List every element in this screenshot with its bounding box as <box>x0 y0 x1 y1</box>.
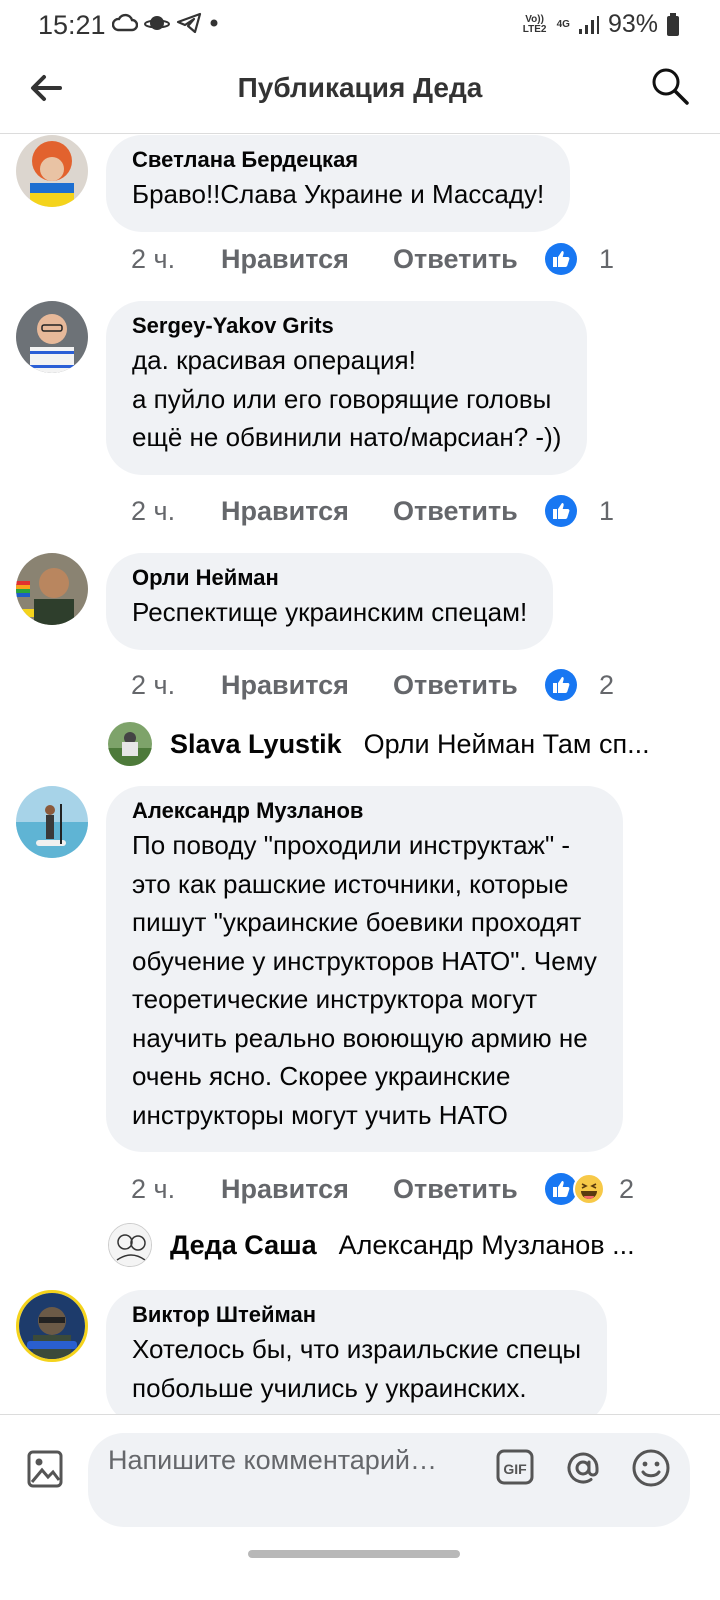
status-right: Vo)) LTE2 4G 93% <box>521 10 680 39</box>
reactions[interactable]: 1 <box>545 495 614 527</box>
like-button[interactable]: Нравится <box>221 496 393 527</box>
comment-actions: 2 ч. Нравится Ответить 2 <box>131 667 614 703</box>
like-reaction-icon <box>545 243 577 275</box>
comment-bubble[interactable]: Орли Нейман Респектище украинским спецам… <box>106 553 554 650</box>
comment-placeholder: Напишите комментарий… <box>108 1445 437 1475</box>
comment-bubble[interactable]: Александр Музланов По поводу "проходили … <box>106 786 623 1152</box>
avatar[interactable] <box>108 1223 152 1267</box>
gif-label: GIF <box>503 1461 527 1477</box>
reaction-count: 2 <box>599 669 615 700</box>
reactions[interactable]: 2 <box>545 669 614 701</box>
status-bar: 15:21 Vo)) LTE2 4G 93% <box>0 0 720 50</box>
comment-bubble[interactable]: Sergey-Yakov Grits да. красивая операция… <box>106 301 588 475</box>
comment-actions: 2 ч. Нравится Ответить 1 <box>131 241 614 277</box>
comment-time[interactable]: 2 ч. <box>131 670 221 701</box>
comment-author[interactable]: Орли Нейман <box>132 563 527 593</box>
reactions[interactable]: 1 <box>545 243 614 275</box>
comment-actions: 2 ч. Нравится Ответить 1 <box>131 493 614 529</box>
reply-text: Александр Музланов ... <box>338 1229 635 1260</box>
comment-text: да. красивая операция! а пуйло или его г… <box>132 345 562 452</box>
emoji-icon[interactable] <box>630 1447 672 1489</box>
comment-composer: Напишите комментарий… GIF <box>0 1414 720 1600</box>
comment-bubble[interactable]: Светлана Бердецкая Браво!!Слава Украине … <box>106 135 571 232</box>
signal-icon <box>578 15 599 34</box>
notification-icons <box>112 12 220 34</box>
like-reaction-icon <box>545 669 577 701</box>
dot-icon <box>210 19 218 27</box>
page-title: Публикация Деда <box>237 72 483 103</box>
avatar[interactable] <box>16 1290 88 1362</box>
reply-author[interactable]: Деда Саша <box>170 1230 317 1261</box>
comment-author[interactable]: Александр Музланов <box>132 796 597 826</box>
avatar[interactable] <box>16 553 88 625</box>
mention-icon[interactable] <box>562 1447 604 1489</box>
comment-text: Браво!!Слава Украине и Массаду! <box>132 179 545 209</box>
comment-time[interactable]: 2 ч. <box>131 1174 221 1205</box>
like-button[interactable]: Нравится <box>221 1174 393 1205</box>
comment-time[interactable]: 2 ч. <box>131 496 221 527</box>
gif-icon[interactable]: GIF <box>496 1449 534 1485</box>
battery-icon <box>667 12 679 36</box>
cloud-icon <box>112 13 138 32</box>
comment-list: Светлана Бердецкая Браво!!Слава Украине … <box>0 135 720 1415</box>
reactions[interactable]: 2 <box>545 1173 634 1205</box>
battery-percent: 93% <box>607 10 658 38</box>
home-indicator[interactable] <box>248 1550 460 1558</box>
planet-icon <box>144 16 170 30</box>
telegram-icon <box>176 12 202 34</box>
reply-button[interactable]: Ответить <box>393 1174 545 1205</box>
haha-reaction-icon <box>573 1173 605 1205</box>
header: Публикация Деда <box>0 50 720 134</box>
reply-button[interactable]: Ответить <box>393 244 545 275</box>
comment-bubble[interactable]: Виктор Штейман Хотелось бы, что израильс… <box>106 1290 608 1415</box>
reaction-count: 2 <box>619 1173 635 1204</box>
comment-author[interactable]: Виктор Штейман <box>132 1300 581 1330</box>
comment-actions: 2 ч. Нравится Ответить 2 <box>131 1171 634 1207</box>
avatar[interactable] <box>16 301 88 373</box>
like-reaction-icon <box>545 495 577 527</box>
reply-button[interactable]: Ответить <box>393 670 545 701</box>
reply-button[interactable]: Ответить <box>393 496 545 527</box>
comment-input[interactable]: Напишите комментарий… GIF <box>88 1433 690 1527</box>
comment-author[interactable]: Sergey-Yakov Grits <box>132 311 561 341</box>
reaction-count: 1 <box>599 495 615 526</box>
status-time: 15:21 <box>38 10 106 40</box>
comment-author[interactable]: Светлана Бердецкая <box>132 145 544 175</box>
comment-time[interactable]: 2 ч. <box>131 244 221 275</box>
network-indicator: 4G <box>556 18 570 30</box>
comment-text: Респектище украинским спецам! <box>132 597 528 627</box>
reply-author[interactable]: Slava Lyustik <box>170 729 342 760</box>
comment-text: Хотелось бы, что израильские спецы побол… <box>132 1334 582 1403</box>
search-icon[interactable] <box>650 66 690 106</box>
reply-preview[interactable]: Деда Саша Александр Музланов ... <box>108 1222 635 1268</box>
reply-preview[interactable]: Slava Lyustik Орли Нейман Там сп... <box>108 721 650 767</box>
reply-text: Орли Нейман Там сп... <box>363 728 650 759</box>
avatar[interactable] <box>16 786 88 858</box>
avatar[interactable] <box>16 135 88 207</box>
photo-icon[interactable] <box>26 1449 64 1489</box>
like-button[interactable]: Нравится <box>221 670 393 701</box>
reaction-count: 1 <box>599 243 615 274</box>
comment-text: По поводу "проходили инструктаж" - это к… <box>132 830 597 1130</box>
volte-indicator: Vo)) LTE2 <box>522 13 547 35</box>
avatar[interactable] <box>108 722 152 766</box>
like-button[interactable]: Нравится <box>221 244 393 275</box>
